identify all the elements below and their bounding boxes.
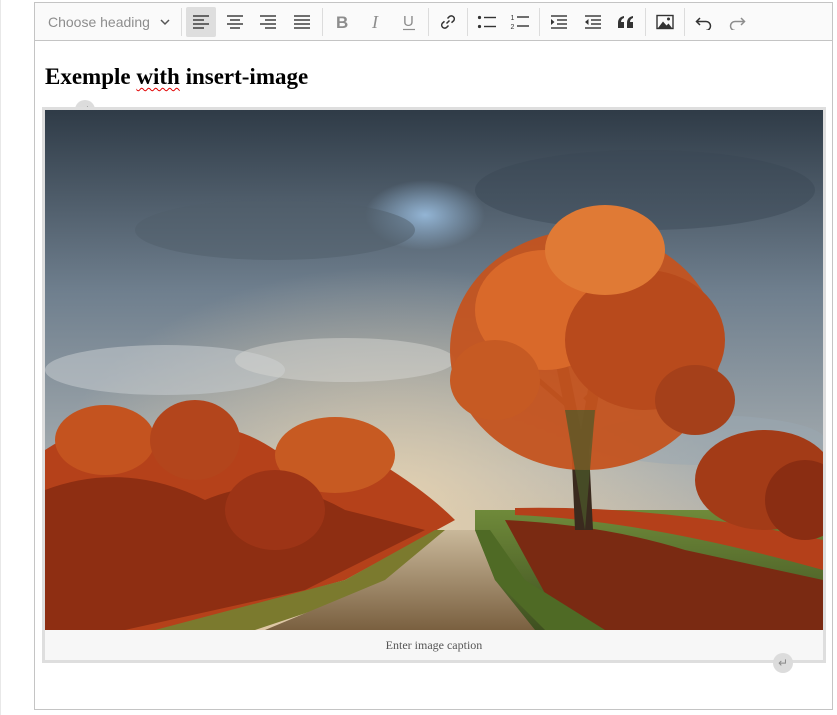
image-icon bbox=[656, 14, 674, 30]
align-right-icon bbox=[260, 15, 276, 29]
quote-icon bbox=[618, 16, 633, 28]
bold-button[interactable]: B bbox=[327, 7, 357, 37]
toolbar-separator bbox=[322, 8, 323, 36]
chevron-down-icon bbox=[160, 19, 170, 26]
block-quote-button[interactable] bbox=[611, 7, 641, 37]
title-word-with-spellcheck: with bbox=[136, 64, 180, 89]
indent-icon bbox=[551, 15, 567, 29]
indent-button[interactable] bbox=[544, 7, 574, 37]
numbered-list-button[interactable]: 12 bbox=[505, 7, 535, 37]
insert-image-button[interactable] bbox=[650, 7, 680, 37]
rich-text-editor: Choose heading B I U 1 2 Exemple with in… bbox=[34, 2, 833, 710]
svg-text:I: I bbox=[371, 13, 379, 31]
align-center-icon bbox=[227, 15, 243, 29]
align-justify-icon bbox=[294, 15, 310, 29]
bulleted-list-icon bbox=[477, 15, 496, 29]
heading-dropdown[interactable]: Choose heading bbox=[39, 7, 177, 37]
page-left-border bbox=[0, 0, 1, 715]
underline-button[interactable]: U bbox=[394, 7, 424, 37]
svg-text:B: B bbox=[336, 13, 348, 31]
svg-text:2: 2 bbox=[511, 24, 515, 31]
title-word-exemple: Exemple bbox=[45, 64, 131, 89]
numbered-list-icon: 12 bbox=[511, 15, 529, 31]
align-center-button[interactable] bbox=[220, 7, 250, 37]
svg-text:1: 1 bbox=[511, 15, 515, 22]
title-word-insert-image: insert-image bbox=[185, 64, 309, 89]
image-figure[interactable]: Enter image caption bbox=[42, 107, 826, 663]
toolbar-separator bbox=[645, 8, 646, 36]
italic-icon: I bbox=[371, 13, 379, 31]
toolbar-separator bbox=[539, 8, 540, 36]
outdent-icon bbox=[585, 15, 601, 29]
align-left-icon bbox=[193, 15, 209, 29]
bold-icon: B bbox=[336, 13, 348, 31]
redo-button[interactable] bbox=[722, 7, 752, 37]
align-right-button[interactable] bbox=[253, 7, 283, 37]
link-button[interactable] bbox=[433, 7, 463, 37]
outdent-button[interactable] bbox=[578, 7, 608, 37]
undo-icon bbox=[695, 17, 712, 30]
italic-button[interactable]: I bbox=[361, 7, 391, 37]
undo-button[interactable] bbox=[689, 7, 719, 37]
line-break-handle-bottom[interactable]: ↵ bbox=[773, 653, 793, 673]
autumn-tree-photo bbox=[45, 110, 823, 630]
toolbar-separator bbox=[684, 8, 685, 36]
toolbar-separator bbox=[467, 8, 468, 36]
redo-icon bbox=[729, 17, 746, 30]
heading-dropdown-label: Choose heading bbox=[48, 14, 150, 30]
align-left-button[interactable] bbox=[186, 7, 216, 37]
toolbar-separator bbox=[181, 8, 182, 36]
svg-text:U: U bbox=[403, 13, 414, 30]
content-heading[interactable]: Exemple with insert-image bbox=[45, 63, 308, 91]
align-justify-button[interactable] bbox=[287, 7, 317, 37]
editor-toolbar: Choose heading B I U 1 2 bbox=[35, 3, 832, 41]
link-icon bbox=[440, 15, 456, 29]
bulleted-list-button[interactable] bbox=[472, 7, 502, 37]
toolbar-separator bbox=[428, 8, 429, 36]
underline-icon: U bbox=[403, 13, 415, 31]
image-caption-field[interactable]: Enter image caption bbox=[45, 630, 823, 660]
